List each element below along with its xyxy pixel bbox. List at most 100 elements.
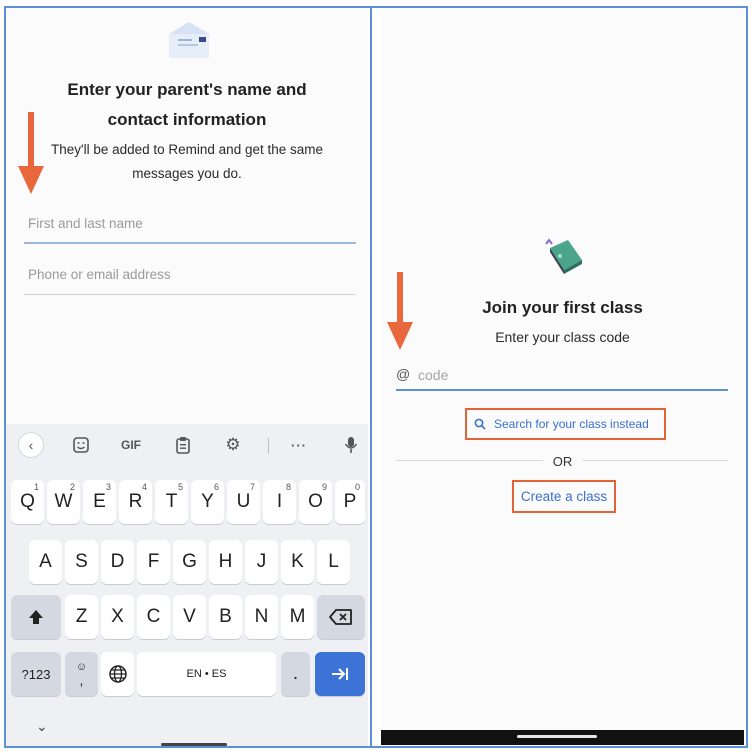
- key-label: Q: [20, 491, 35, 512]
- globe-icon[interactable]: [101, 652, 134, 696]
- key-label: M: [289, 606, 306, 627]
- key-label: K: [291, 551, 304, 572]
- key-label: S: [75, 551, 88, 572]
- key-hint: 3: [105, 482, 111, 492]
- key-label: .: [292, 663, 299, 684]
- sticker-icon[interactable]: [68, 432, 94, 458]
- emoji-hint-icon: ☺: [75, 660, 88, 673]
- key-r[interactable]: R4: [119, 480, 152, 524]
- key-j[interactable]: J: [245, 540, 278, 584]
- key-h[interactable]: H: [209, 540, 242, 584]
- class-code-placeholder: code: [418, 367, 449, 383]
- parent-contact-screen: Enter your parent's name and contact inf…: [6, 8, 368, 746]
- key-hint: 6: [213, 482, 219, 492]
- space-bar[interactable]: EN • ES: [137, 652, 276, 696]
- key-u[interactable]: U7: [227, 480, 260, 524]
- key-b[interactable]: B: [209, 595, 242, 639]
- annotation-arrow-down-icon: [387, 272, 413, 350]
- key-label: E: [93, 491, 106, 512]
- key-y[interactable]: Y6: [191, 480, 224, 524]
- clipboard-icon[interactable]: [170, 432, 196, 458]
- key-label: V: [183, 606, 196, 627]
- key-o[interactable]: O9: [299, 480, 332, 524]
- class-code-field[interactable]: @ code: [396, 363, 728, 391]
- parent-name-placeholder: First and last name: [28, 216, 143, 231]
- key-n[interactable]: N: [245, 595, 278, 639]
- envelope-icon: [169, 22, 209, 58]
- key-hint: 7: [249, 482, 255, 492]
- key-k[interactable]: K: [281, 540, 314, 584]
- panel-divider: [370, 6, 372, 748]
- at-prefix: @: [396, 366, 411, 382]
- join-class-subtitle: Enter your class code: [495, 329, 630, 345]
- key-w[interactable]: W2: [47, 480, 80, 524]
- key-hint: 2: [69, 482, 75, 492]
- key-i[interactable]: I8: [263, 480, 296, 524]
- key-label: T: [165, 491, 178, 512]
- backspace-icon[interactable]: [317, 595, 365, 639]
- page-title-line2: contact information: [107, 110, 267, 129]
- key-m[interactable]: M: [281, 595, 314, 639]
- page-title-line1: Enter your parent's name and: [67, 80, 307, 99]
- or-text: OR: [542, 454, 583, 469]
- key-a[interactable]: A: [29, 540, 62, 584]
- emoji-comma-key[interactable]: ☺ ,: [65, 652, 98, 696]
- key-l[interactable]: L: [317, 540, 350, 584]
- or-label: OR: [381, 454, 744, 469]
- key-label: Z: [75, 606, 88, 627]
- gif-button[interactable]: GIF: [114, 432, 148, 458]
- parent-contact-placeholder: Phone or email address: [28, 267, 171, 282]
- key-f[interactable]: F: [137, 540, 170, 584]
- shift-icon[interactable]: [11, 595, 61, 639]
- key-p[interactable]: P0: [335, 480, 365, 524]
- chevron-left-icon[interactable]: ‹: [18, 432, 44, 458]
- key-e[interactable]: E3: [83, 480, 116, 524]
- key-label: ?123: [21, 666, 51, 682]
- create-class-link[interactable]: Create a class: [512, 480, 616, 513]
- home-indicator[interactable]: [161, 743, 227, 746]
- parent-name-field[interactable]: First and last name: [24, 214, 356, 244]
- key-label: O: [308, 491, 323, 512]
- key-c[interactable]: C: [137, 595, 170, 639]
- parent-contact-field[interactable]: Phone or email address: [24, 265, 356, 295]
- key-s[interactable]: S: [65, 540, 98, 584]
- subtitle-line1: They'll be added to Remind and get the s…: [51, 142, 323, 157]
- key-d[interactable]: D: [101, 540, 134, 584]
- key-hint: 8: [285, 482, 291, 492]
- key-hint: 0: [354, 482, 360, 492]
- chevron-down-icon[interactable]: ⌄: [36, 718, 48, 735]
- period-key[interactable]: .: [281, 652, 310, 696]
- key-v[interactable]: V: [173, 595, 206, 639]
- key-q[interactable]: Q1: [11, 480, 44, 524]
- gear-icon[interactable]: ⚙: [220, 432, 246, 458]
- microphone-icon[interactable]: [338, 432, 364, 458]
- key-g[interactable]: G: [173, 540, 206, 584]
- key-label: EN • ES: [186, 668, 227, 680]
- symbols-key[interactable]: ?123: [11, 652, 61, 696]
- key-label: C: [146, 606, 161, 627]
- key-label: P: [343, 491, 357, 512]
- key-hint: 1: [33, 482, 39, 492]
- key-label: B: [219, 606, 232, 627]
- tab-arrow-icon[interactable]: [315, 652, 365, 696]
- annotation-arrow-down-icon: [18, 112, 44, 194]
- key-z[interactable]: Z: [65, 595, 98, 639]
- search-class-label: Search for your class instead: [494, 417, 649, 431]
- more-options-button[interactable]: ···: [286, 432, 312, 458]
- key-hint: 5: [177, 482, 183, 492]
- key-t[interactable]: T5: [155, 480, 188, 524]
- key-x[interactable]: X: [101, 595, 134, 639]
- key-label: J: [256, 551, 267, 572]
- search-class-link[interactable]: Search for your class instead: [465, 408, 666, 440]
- key-hint: 4: [141, 482, 147, 492]
- join-class-title: Join your first class: [482, 298, 643, 317]
- key-label: F: [147, 551, 160, 572]
- keyboard-toolbar: ‹ GIF ⚙ ···: [6, 424, 368, 466]
- toolbar-divider: [268, 438, 269, 454]
- key-label: H: [218, 551, 233, 572]
- create-class-label: Create a class: [520, 489, 608, 504]
- key-label: R: [128, 491, 143, 512]
- key-label: X: [111, 606, 124, 627]
- home-indicator[interactable]: [517, 735, 597, 738]
- onscreen-keyboard: ‹ GIF ⚙ ··· Q1 W2 E3 R4 T5 Y6 U7 I8 O9 P…: [6, 424, 368, 746]
